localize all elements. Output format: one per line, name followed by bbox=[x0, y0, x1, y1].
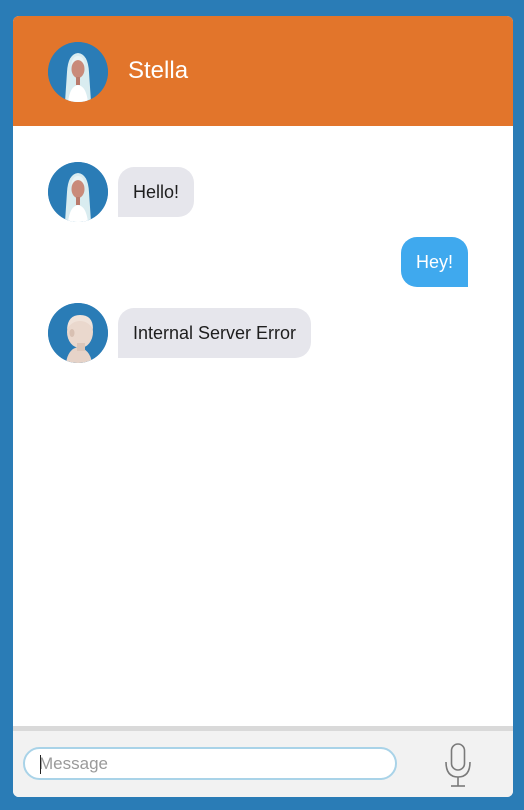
microphone-button[interactable] bbox=[438, 741, 478, 789]
message-bubble-incoming: Hello! bbox=[118, 167, 195, 217]
message-list: Hello! Hey! Internal Server Error bbox=[13, 126, 513, 726]
message-composer bbox=[13, 726, 513, 797]
stella-avatar-icon bbox=[48, 162, 108, 222]
contact-name: Stella bbox=[128, 57, 189, 84]
text-cursor bbox=[40, 755, 41, 774]
chat-window: Stella Hello! Hey! Internal Server Error… bbox=[13, 16, 513, 797]
message-input[interactable] bbox=[23, 747, 397, 780]
message-bubble-incoming: Internal Server Error bbox=[118, 308, 312, 358]
avatar bbox=[48, 303, 108, 363]
microphone-icon bbox=[445, 743, 471, 787]
bald-avatar-icon bbox=[48, 303, 108, 363]
avatar bbox=[48, 162, 108, 222]
message-bubble-outgoing: Hey! bbox=[400, 237, 468, 287]
stella-avatar-icon bbox=[48, 42, 108, 102]
avatar[interactable] bbox=[48, 42, 108, 102]
chat-header: Stella bbox=[13, 16, 513, 126]
